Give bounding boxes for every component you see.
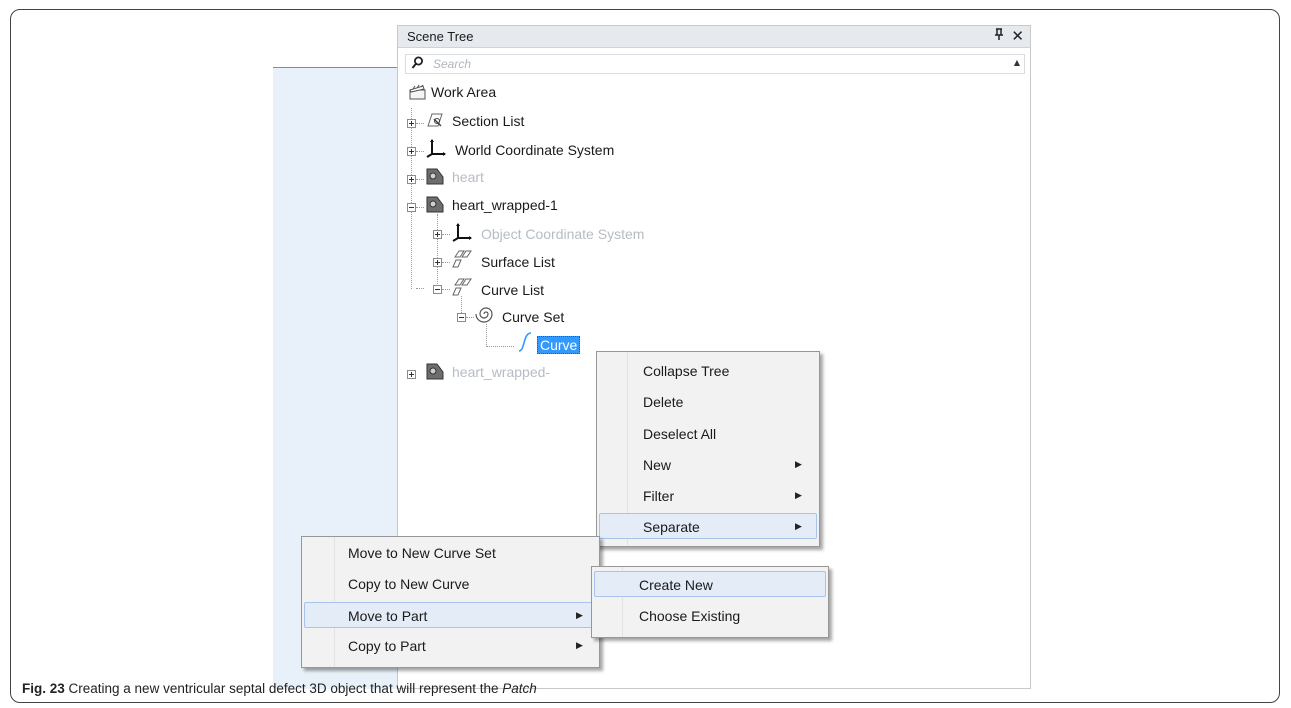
submenu-arrow-icon: ▶ bbox=[576, 610, 583, 620]
clapperboard-icon bbox=[408, 82, 428, 102]
curve-list-icon bbox=[451, 277, 472, 297]
background-toolbar bbox=[273, 25, 397, 68]
menu-item-new[interactable]: New ▶ bbox=[599, 452, 817, 478]
caption-label: Fig. 23 bbox=[22, 681, 65, 696]
tree-item-curve[interactable]: Curve bbox=[537, 336, 581, 354]
submenu-arrow-icon: ▶ bbox=[795, 459, 802, 469]
tree-connector bbox=[442, 289, 450, 290]
tree-item-world-coordinate-system[interactable]: World Coordinate System bbox=[455, 142, 614, 158]
menu-item-collapse-tree[interactable]: Collapse Tree bbox=[599, 358, 817, 384]
object-icon bbox=[425, 361, 445, 381]
expand-icon[interactable] bbox=[407, 370, 416, 379]
submenu-arrow-icon: ▶ bbox=[795, 490, 802, 500]
tree-item-surface-list[interactable]: Surface List bbox=[481, 254, 555, 270]
axes-icon bbox=[451, 222, 472, 242]
axes-icon bbox=[425, 138, 446, 158]
tree-item-curve-set[interactable]: Curve Set bbox=[502, 309, 564, 325]
submenu-arrow-icon: ▶ bbox=[576, 640, 583, 650]
menu-item-deselect-all[interactable]: Deselect All bbox=[599, 421, 817, 447]
tree-connector bbox=[487, 346, 514, 347]
expand-icon[interactable] bbox=[433, 230, 442, 239]
expand-icon[interactable] bbox=[407, 119, 416, 128]
part-submenu: Create New Choose Existing bbox=[591, 566, 829, 638]
tree-item-heart[interactable]: heart bbox=[452, 169, 484, 185]
collapse-icon[interactable] bbox=[457, 313, 466, 322]
tree-item-curve-list[interactable]: Curve List bbox=[481, 282, 544, 298]
tree-connector bbox=[442, 262, 450, 263]
expand-icon[interactable] bbox=[407, 175, 416, 184]
menu-item-filter[interactable]: Filter ▶ bbox=[599, 483, 817, 509]
tree-item-object-coordinate-system[interactable]: Object Coordinate System bbox=[481, 226, 644, 242]
tree-connector bbox=[437, 214, 438, 290]
tree-connector bbox=[411, 108, 412, 289]
tree-connector bbox=[466, 317, 474, 318]
menu-item-move-to-part[interactable]: Move to Part ▶ bbox=[304, 602, 597, 628]
collapse-icon[interactable] bbox=[407, 203, 416, 212]
menu-item-separate[interactable]: Separate ▶ bbox=[599, 513, 817, 539]
menu-item-delete[interactable]: Delete bbox=[599, 389, 817, 415]
separate-submenu: Move to New Curve Set Copy to New Curve … bbox=[301, 536, 600, 668]
context-menu: Collapse Tree Delete Deselect All New ▶ … bbox=[596, 351, 820, 547]
object-icon bbox=[425, 194, 445, 214]
object-icon bbox=[425, 166, 445, 186]
surface-list-icon bbox=[451, 249, 472, 269]
caption-text: Creating a new ventricular septal defect… bbox=[64, 681, 503, 696]
tree-connector bbox=[416, 151, 424, 152]
caption-emphasis: Patch bbox=[502, 681, 537, 696]
tree-item-heart-wrapped-1[interactable]: heart_wrapped-1 bbox=[452, 197, 558, 213]
submenu-arrow-icon: ▶ bbox=[795, 521, 802, 531]
section-list-icon bbox=[425, 110, 445, 130]
tree-item-section-list[interactable]: Section List bbox=[452, 113, 524, 129]
tree-item-work-area[interactable]: Work Area bbox=[431, 84, 496, 100]
menu-item-copy-to-new-curve[interactable]: Copy to New Curve bbox=[304, 571, 597, 597]
menu-item-copy-to-part[interactable]: Copy to Part ▶ bbox=[304, 633, 597, 659]
tree-connector bbox=[416, 123, 424, 124]
expand-icon[interactable] bbox=[433, 258, 442, 267]
figure-caption: Fig. 23 Creating a new ventricular septa… bbox=[22, 681, 537, 696]
tree-connector bbox=[416, 179, 424, 180]
expand-icon[interactable] bbox=[407, 147, 416, 156]
spiral-icon bbox=[475, 303, 495, 323]
menu-item-create-new[interactable]: Create New bbox=[594, 571, 826, 597]
tree-connector bbox=[442, 234, 450, 235]
tree-connector bbox=[416, 288, 424, 289]
menu-item-move-to-new-curve-set[interactable]: Move to New Curve Set bbox=[304, 540, 597, 566]
curve-icon bbox=[516, 331, 536, 352]
tree-connector bbox=[486, 324, 487, 347]
collapse-icon[interactable] bbox=[433, 285, 442, 294]
menu-item-choose-existing[interactable]: Choose Existing bbox=[594, 603, 826, 629]
tree-connector bbox=[416, 207, 424, 208]
tree-item-heart-wrapped-2[interactable]: heart_wrapped- bbox=[452, 364, 550, 380]
